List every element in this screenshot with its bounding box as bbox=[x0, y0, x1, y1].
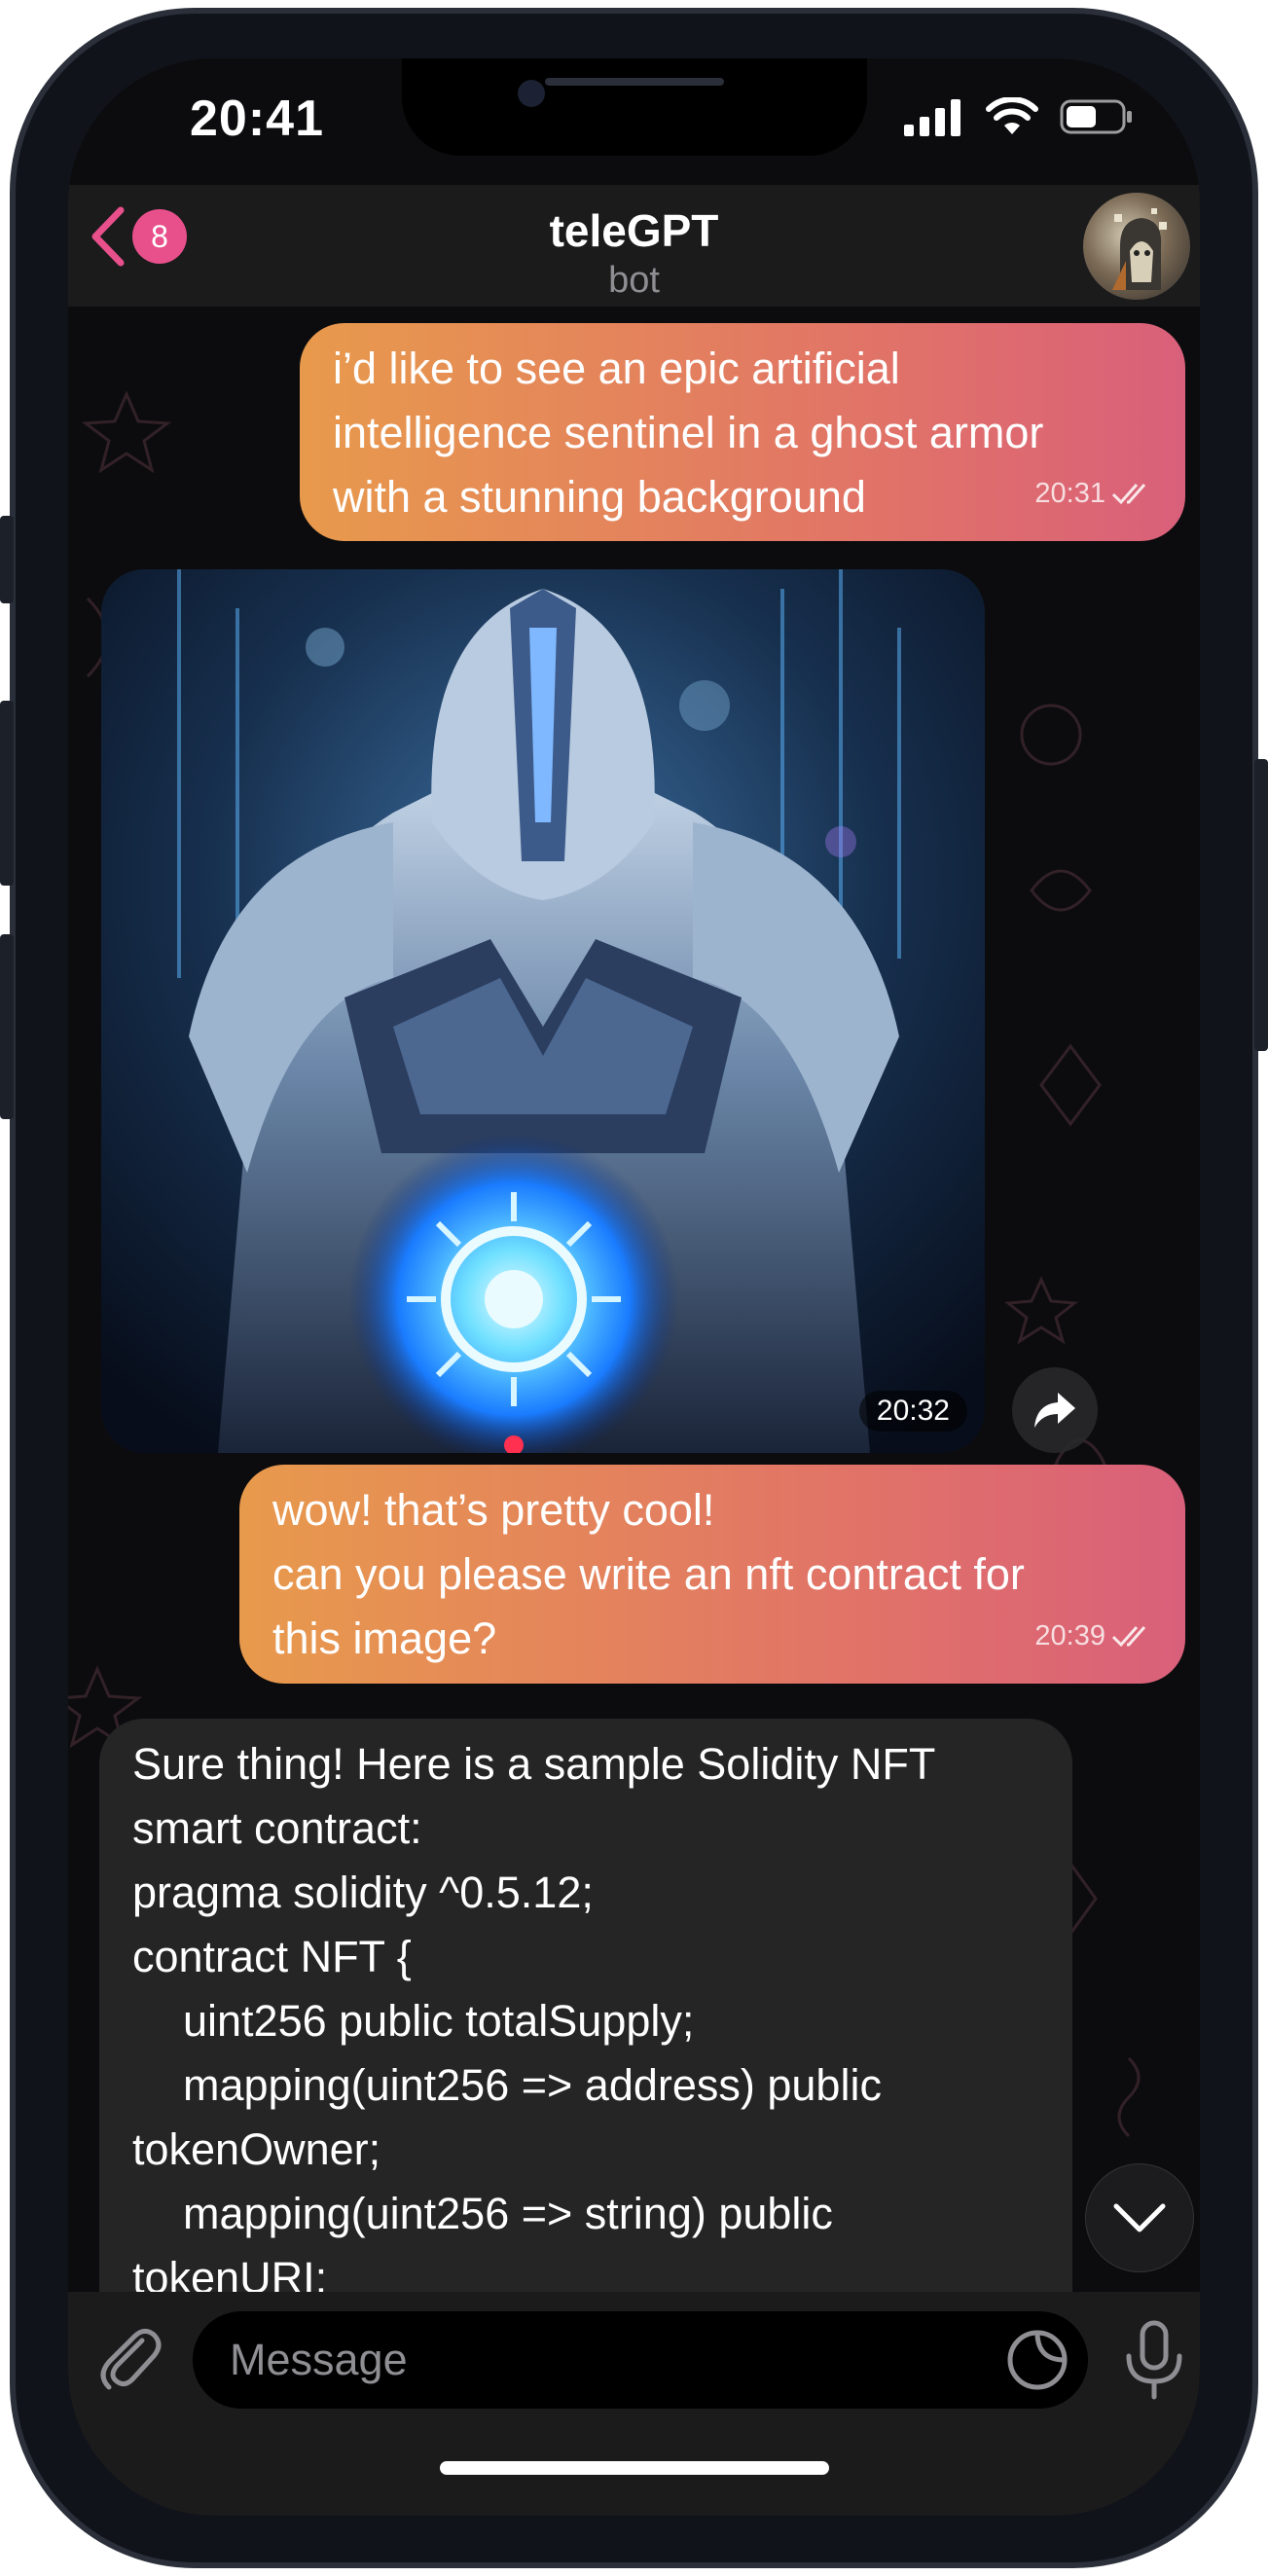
message-text-line: contract NFT { bbox=[132, 1932, 412, 1981]
earpiece-speaker bbox=[545, 78, 724, 86]
home-indicator[interactable] bbox=[440, 2461, 829, 2475]
chat-title[interactable]: teleGPT bbox=[68, 204, 1200, 257]
power-button bbox=[1254, 759, 1268, 1051]
silent-switch bbox=[0, 516, 14, 603]
screen: 20:41 8 teleGPT bot i’d like to see an e… bbox=[68, 58, 1200, 2516]
bot-avatar[interactable] bbox=[1083, 193, 1190, 300]
volume-down-button bbox=[0, 934, 14, 1119]
message-time: 20:39 bbox=[1034, 1604, 1156, 1668]
message-time-text: 20:39 bbox=[1034, 1620, 1105, 1651]
chat-header: 8 teleGPT bot bbox=[68, 185, 1200, 307]
outgoing-message-bubble[interactable]: wow! that’s pretty cool! can you please … bbox=[239, 1465, 1185, 1684]
message-text-line: intelligence sentinel in a ghost armor bbox=[333, 408, 1044, 457]
message-text-line: wow! that’s pretty cool! bbox=[272, 1485, 715, 1535]
message-text-line: this image? bbox=[272, 1614, 497, 1663]
volume-up-button bbox=[0, 701, 14, 886]
status-icons bbox=[904, 97, 1134, 136]
message-text-line: pragma solidity ^0.5.12; bbox=[132, 1868, 594, 1917]
message-text-line: mapping(uint256 => address) public bbox=[183, 2060, 882, 2110]
chevron-down-icon bbox=[1113, 2203, 1166, 2232]
message-composer bbox=[68, 2292, 1200, 2516]
message-text-line: can you please write an nft contract for bbox=[272, 1549, 1025, 1599]
message-text-line: smart contract: bbox=[132, 1803, 422, 1853]
message-input[interactable] bbox=[193, 2311, 1088, 2409]
sticker-icon[interactable] bbox=[1004, 2327, 1070, 2393]
dynamic-island bbox=[402, 58, 867, 156]
message-text-line: i’d like to see an epic artificial bbox=[333, 344, 900, 393]
share-icon bbox=[1034, 1393, 1075, 1428]
cellular-signal-icon bbox=[904, 99, 960, 136]
front-camera bbox=[518, 80, 545, 107]
message-time: 20:31 bbox=[1034, 461, 1156, 526]
message-text-line: mapping(uint256 => string) public bbox=[183, 2189, 833, 2238]
double-check-icon bbox=[1111, 484, 1146, 505]
wifi-icon bbox=[986, 97, 1038, 134]
share-button[interactable] bbox=[1012, 1367, 1098, 1453]
chat-subtitle: bot bbox=[608, 260, 660, 301]
message-text-line: uint256 public totalSupply; bbox=[183, 1996, 695, 2046]
message-text-line: tokenOwner; bbox=[132, 2124, 381, 2174]
microphone-icon[interactable] bbox=[1117, 2319, 1191, 2401]
message-text-line: Sure thing! Here is a sample Solidity NF… bbox=[132, 1739, 936, 1789]
battery-icon bbox=[1060, 99, 1132, 134]
outgoing-message-bubble[interactable]: i’d like to see an epic artificial intel… bbox=[300, 323, 1185, 541]
message-text-line: with a stunning background bbox=[333, 472, 866, 522]
photo-time: 20:32 bbox=[858, 1391, 967, 1432]
double-check-icon bbox=[1111, 1626, 1146, 1648]
message-time-text: 20:31 bbox=[1034, 478, 1105, 509]
generated-image[interactable]: 20:32 bbox=[101, 569, 985, 1453]
scroll-to-bottom-button[interactable] bbox=[1085, 2163, 1194, 2272]
paperclip-icon[interactable] bbox=[93, 2321, 167, 2395]
status-time: 20:41 bbox=[190, 91, 324, 147]
